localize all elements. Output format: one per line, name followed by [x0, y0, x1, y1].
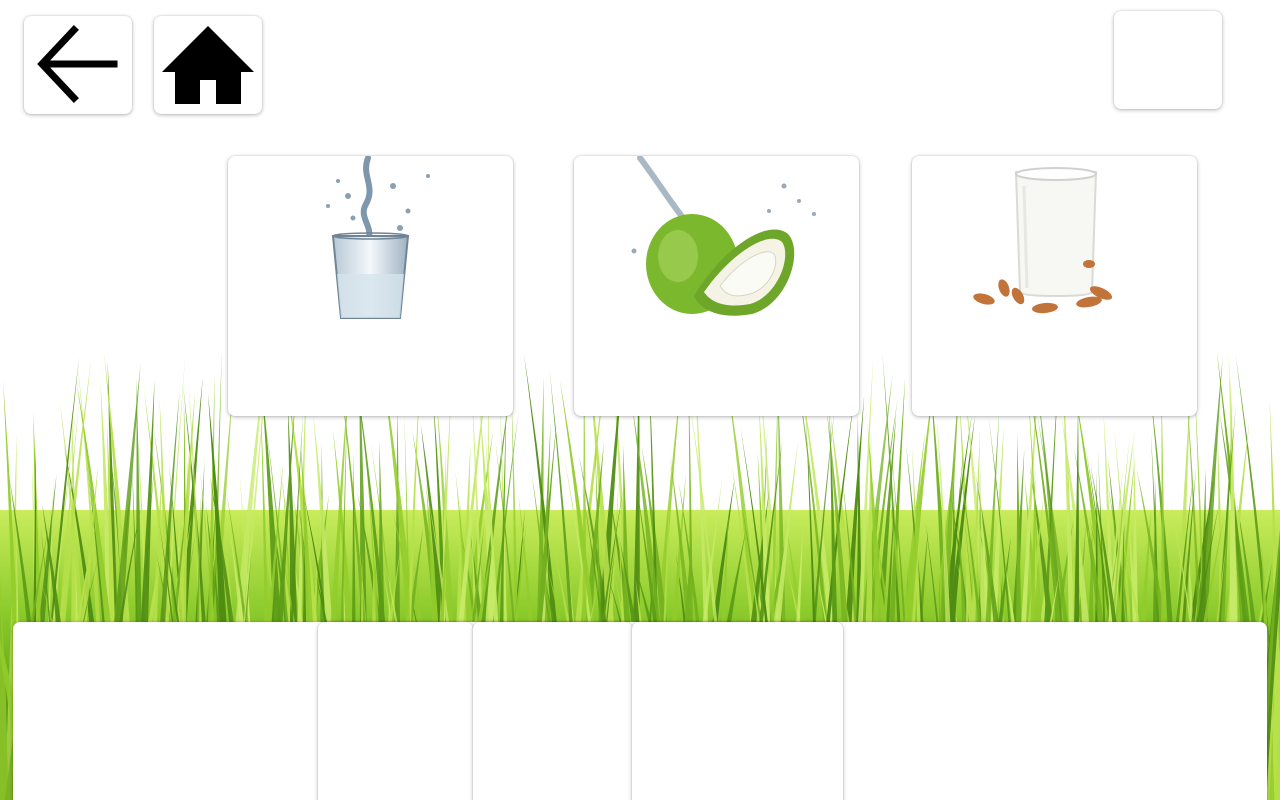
- water-glass-icon: [326, 156, 430, 319]
- sentence-slot-2[interactable]: [473, 622, 632, 800]
- almond-milk-card[interactable]: [912, 156, 1197, 416]
- back-button[interactable]: [24, 16, 132, 114]
- almond-milk-icon: [973, 167, 1113, 314]
- coconut-water-card[interactable]: [574, 156, 859, 416]
- coconut-water-icon: [631, 156, 816, 316]
- water-card[interactable]: [228, 156, 513, 416]
- home-button[interactable]: [154, 16, 262, 114]
- sentence-slot-3[interactable]: [632, 622, 843, 800]
- corner-button[interactable]: [1114, 11, 1222, 109]
- app-screen: [0, 0, 1280, 800]
- home-icon: [162, 26, 254, 104]
- sentence-slot-1[interactable]: [318, 622, 473, 800]
- arrow-left-icon: [37, 25, 118, 103]
